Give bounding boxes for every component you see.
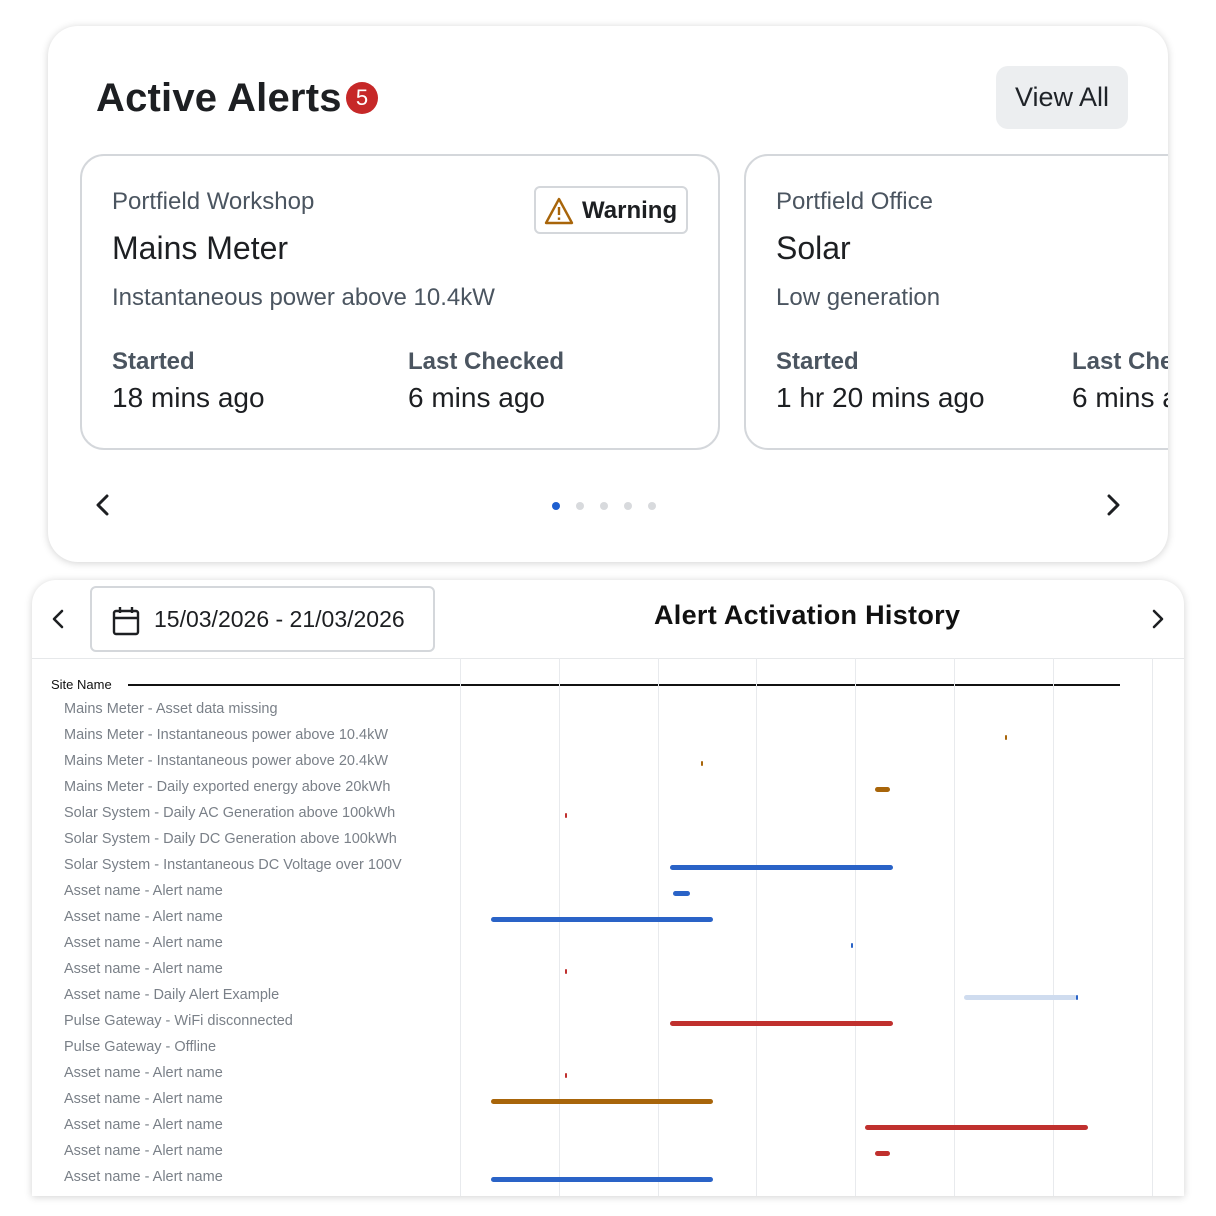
last-checked-label: Last Checked: [1072, 348, 1168, 375]
alert-card[interactable]: Portfield Office Solar Low generation St…: [744, 154, 1168, 450]
alert-activation-bar[interactable]: [670, 865, 894, 870]
day-grid-line: [657, 658, 659, 1196]
alert-activation-bar[interactable]: [491, 1177, 714, 1182]
alert-activation-bar[interactable]: [491, 917, 714, 922]
alert-activation-bar[interactable]: [1005, 735, 1008, 740]
active-alerts-card: Active Alerts 5 View All Portfield Works…: [48, 26, 1168, 562]
alert-activation-bar[interactable]: [850, 943, 854, 948]
alert-asset-name: Solar: [776, 230, 851, 266]
day-grid-line: [855, 658, 857, 1196]
alert-activation-bar[interactable]: [963, 995, 1077, 1000]
alert-activation-bar[interactable]: [673, 891, 691, 896]
alert-timeline: Site Name Mains Meter - Asset data missi…: [32, 658, 1184, 1196]
alert-activation-bar[interactable]: [864, 1125, 1088, 1130]
day-grid-line: [756, 658, 758, 1196]
timeline-row-label: Asset name - Alert name: [64, 961, 223, 977]
carousel-prev-button[interactable]: [88, 490, 118, 520]
chevron-right-icon: [1152, 609, 1164, 629]
day-grid-line: [1151, 658, 1153, 1196]
warning-icon: [544, 197, 574, 225]
timeline-row-label: Mains Meter - Asset data missing: [64, 701, 278, 717]
alert-description: Instantaneous power above 10.4kW: [112, 284, 495, 311]
timeline-row-label: Solar System - Instantaneous DC Voltage …: [64, 857, 402, 873]
alert-history-card: 15/03/2026 - 21/03/2026 Alert Activation…: [32, 580, 1184, 1196]
pagination-dot[interactable]: [624, 502, 632, 510]
date-range-picker[interactable]: 15/03/2026 - 21/03/2026: [90, 586, 435, 652]
timeline-row-label: Asset name - Alert name: [64, 1117, 223, 1133]
view-all-button[interactable]: View All: [996, 66, 1128, 129]
day-grid-line: [954, 658, 955, 1196]
alert-activation-bar[interactable]: [875, 787, 890, 792]
alert-activation-bar[interactable]: [670, 1021, 894, 1026]
alert-activation-bar[interactable]: [700, 761, 703, 766]
carousel-pagination: [552, 502, 656, 512]
alert-activation-bar[interactable]: [875, 1151, 890, 1156]
severity-label: Warning: [582, 197, 678, 224]
day-grid-line: [460, 658, 461, 1196]
timeline-row-label: Pulse Gateway - WiFi disconnected: [64, 1013, 293, 1029]
history-prev-button[interactable]: [46, 606, 72, 632]
alert-activation-bar[interactable]: [565, 813, 568, 818]
chevron-right-icon: [1107, 494, 1120, 516]
timeline-row-label: Asset name - Alert name: [64, 935, 223, 951]
timeline-row-label: Asset name - Alert name: [64, 1065, 223, 1081]
chevron-left-icon: [52, 609, 64, 629]
warning-badge: Warning: [534, 186, 688, 234]
calendar-icon: [112, 607, 140, 636]
carousel-next-button[interactable]: [1098, 490, 1128, 520]
site-name-header-rule: [128, 684, 1120, 686]
timeline-row-label: Solar System - Daily AC Generation above…: [64, 805, 396, 821]
date-range-text: 15/03/2026 - 21/03/2026: [154, 606, 405, 632]
started-label: Started: [776, 348, 859, 375]
chevron-left-icon: [96, 494, 109, 516]
alert-activation-bar[interactable]: [491, 1099, 714, 1104]
alert-site-name: Portfield Office: [776, 188, 933, 215]
history-title: Alert Activation History: [654, 600, 961, 630]
timeline-row-label: Mains Meter - Instantaneous power above …: [64, 753, 388, 769]
alert-activation-bar[interactable]: [565, 969, 568, 974]
alert-activation-bar[interactable]: [565, 1073, 568, 1078]
pagination-dot[interactable]: [576, 502, 584, 510]
timeline-row-label: Asset name - Alert name: [64, 1143, 223, 1159]
day-grid-line: [1052, 658, 1054, 1196]
timeline-row-label: Asset name - Alert name: [64, 909, 223, 925]
pagination-dot[interactable]: [552, 502, 560, 510]
alert-activation-bar[interactable]: [1075, 995, 1078, 1000]
pagination-dot[interactable]: [648, 502, 656, 510]
day-grid-line: [558, 658, 560, 1196]
site-name-header: Site Name: [51, 677, 112, 692]
alert-count-badge: 5: [346, 82, 378, 114]
timeline-row-label: Asset name - Alert name: [64, 1091, 223, 1107]
active-alerts-title: Active Alerts: [96, 76, 342, 120]
last-checked-label: Last Checked: [408, 348, 565, 375]
timeline-row-label: Solar System - Daily DC Generation above…: [64, 831, 397, 847]
alert-card[interactable]: Portfield Workshop Mains Meter Instantan…: [80, 154, 720, 450]
timeline-row-label: Mains Meter - Daily exported energy abov…: [64, 779, 391, 795]
pagination-dot[interactable]: [600, 502, 608, 510]
started-label: Started: [112, 348, 195, 375]
last-checked-value: 6 mins ago: [408, 382, 545, 413]
last-checked-value: 6 mins ago: [1072, 382, 1168, 413]
started-value: 1 hr 20 mins ago: [776, 382, 985, 413]
timeline-row-label: Asset name - Alert name: [64, 1169, 223, 1185]
alert-site-name: Portfield Workshop: [112, 188, 315, 215]
alert-asset-name: Mains Meter: [112, 230, 289, 266]
history-next-button[interactable]: [1144, 606, 1170, 632]
timeline-row-label: Pulse Gateway - Offline: [64, 1039, 217, 1055]
alert-description: Low generation: [776, 284, 941, 311]
timeline-row-label: Asset name - Daily Alert Example: [64, 987, 280, 1003]
timeline-row-label: Asset name - Alert name: [64, 883, 223, 899]
started-value: 18 mins ago: [112, 382, 265, 413]
timeline-row-label: Mains Meter - Instantaneous power above …: [64, 727, 388, 743]
